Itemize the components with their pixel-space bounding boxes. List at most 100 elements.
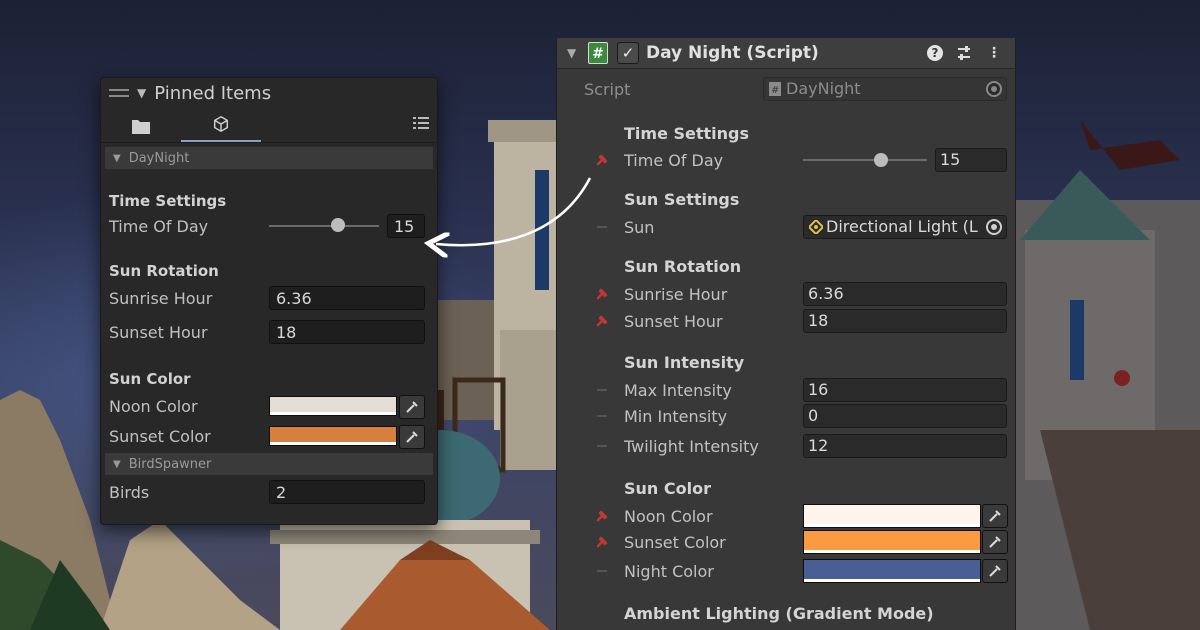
- daynight-section-body: Time Settings Time Of Day 15 Sun Rotatio…: [101, 189, 437, 451]
- pinned-items-title: Pinned Items: [154, 82, 272, 104]
- time-of-day-slider-knob[interactable]: [330, 218, 345, 232]
- min-intensity-row: Min Intensity 0: [557, 403, 1015, 429]
- chevron-down-icon: ▼: [113, 458, 121, 470]
- object-picker-icon[interactable]: [986, 219, 1002, 235]
- sunrise-row: Sunrise Hour 6.36: [109, 283, 429, 313]
- sunset-label: Sunset Hour: [109, 322, 208, 342]
- sunset-color-swatch[interactable]: [269, 426, 397, 446]
- sunset-field[interactable]: 18: [269, 320, 425, 344]
- eyedropper-icon[interactable]: [982, 530, 1008, 554]
- night-color-row: Night Color: [557, 558, 1015, 584]
- script-file-icon: #: [769, 82, 781, 96]
- night-color-label: Night Color: [624, 561, 714, 581]
- help-icon[interactable]: ?: [927, 45, 943, 61]
- noon-color-swatch[interactable]: [269, 396, 397, 416]
- context-menu-icon[interactable]: ⋮: [985, 44, 1003, 62]
- unpinned-marker[interactable]: [597, 445, 607, 447]
- time-of-day-label: Time Of Day: [109, 216, 209, 236]
- sunset-color-swatch[interactable]: [803, 530, 981, 554]
- time-of-day-field[interactable]: 15: [387, 214, 425, 238]
- collapse-caret-icon[interactable]: ▼: [137, 86, 146, 100]
- twilight-intensity-field[interactable]: 12: [803, 434, 1007, 458]
- sunrise-label: Sunrise Hour: [109, 288, 213, 308]
- section-header-daynight[interactable]: ▼ DayNight: [105, 147, 433, 169]
- min-intensity-field[interactable]: 0: [803, 404, 1007, 428]
- group-title-sun-intensity: Sun Intensity: [624, 353, 745, 372]
- foldout-caret-icon[interactable]: ▼: [567, 46, 576, 60]
- twilight-intensity-label: Twilight Intensity: [624, 436, 759, 456]
- sun-value: Directional Light (L: [826, 217, 978, 236]
- eyedropper-icon[interactable]: [982, 504, 1008, 528]
- object-picker-icon: [986, 81, 1002, 97]
- max-intensity-row: Max Intensity 16: [557, 377, 1015, 403]
- unpinned-marker[interactable]: [597, 226, 607, 228]
- list-menu-icon[interactable]: [413, 116, 429, 130]
- script-label: Script: [584, 79, 631, 99]
- sun-object-field[interactable]: Directional Light (L: [803, 215, 1007, 239]
- min-intensity-label: Min Intensity: [624, 406, 728, 426]
- section-header-birdspawner[interactable]: ▼ BirdSpawner: [105, 453, 433, 475]
- pin-icon[interactable]: [595, 314, 609, 328]
- time-of-day-row: Time Of Day 15: [557, 147, 1015, 173]
- pin-icon[interactable]: [595, 535, 609, 549]
- noon-color-swatch[interactable]: [803, 504, 981, 528]
- group-title-sun-color: Sun Color: [624, 479, 711, 498]
- time-of-day-field[interactable]: 15: [935, 148, 1007, 172]
- pin-icon[interactable]: [595, 287, 609, 301]
- sunrise-field[interactable]: 6.36: [269, 286, 425, 310]
- tab-folder[interactable]: [101, 110, 181, 142]
- noon-color-row: Noon Color: [109, 391, 429, 421]
- sun-row: Sun Directional Light (L: [557, 214, 1015, 240]
- birds-row: Birds 2: [109, 477, 429, 507]
- folder-icon: [132, 120, 150, 134]
- eyedropper-icon[interactable]: [982, 559, 1008, 583]
- time-of-day-slider[interactable]: [269, 225, 379, 227]
- birds-label: Birds: [109, 482, 150, 502]
- eyedropper-icon[interactable]: [399, 395, 425, 419]
- unpinned-marker[interactable]: [597, 415, 607, 417]
- chevron-down-icon: ▼: [113, 152, 121, 164]
- script-value: DayNight: [786, 79, 861, 98]
- max-intensity-field[interactable]: 16: [803, 378, 1007, 402]
- group-title-time-settings: Time Settings: [109, 192, 227, 210]
- pinned-items-panel: ▼ Pinned Items ▼ DayNight Time Settings …: [100, 77, 438, 525]
- component-title: Day Night (Script): [646, 43, 819, 63]
- unpinned-marker[interactable]: [597, 570, 607, 572]
- section-label: BirdSpawner: [128, 456, 212, 472]
- inspector-panel: ▼ # ✓ Day Night (Script) ? ⋮ Script # Da…: [556, 38, 1016, 630]
- script-field: # DayNight: [763, 77, 1007, 101]
- group-title-ambient-lighting: Ambient Lighting (Gradient Mode): [624, 604, 934, 623]
- group-title-sun-rotation: Sun Rotation: [624, 257, 742, 276]
- noon-color-label: Noon Color: [624, 506, 713, 526]
- group-title-time-settings: Time Settings: [624, 124, 750, 143]
- script-row: Script # DayNight: [557, 76, 1015, 102]
- eyedropper-icon[interactable]: [399, 425, 425, 449]
- pinned-items-tabs: [101, 108, 437, 143]
- birdspawner-section-body: Birds 2: [101, 477, 437, 507]
- script-icon: #: [588, 42, 608, 64]
- time-of-day-slider-knob[interactable]: [873, 153, 888, 167]
- tab-components[interactable]: [181, 108, 261, 142]
- twilight-intensity-row: Twilight Intensity 12: [557, 433, 1015, 459]
- drag-handle-icon[interactable]: [109, 89, 129, 97]
- component-header: ▼ # ✓ Day Night (Script) ? ⋮: [557, 38, 1015, 69]
- sunset-field[interactable]: 18: [803, 309, 1007, 333]
- time-of-day-row: Time Of Day 15: [109, 213, 429, 239]
- sun-label: Sun: [624, 217, 655, 237]
- unpinned-marker[interactable]: [597, 389, 607, 391]
- pin-icon[interactable]: [595, 509, 609, 523]
- night-color-swatch[interactable]: [803, 559, 981, 583]
- group-title-sun-rotation: Sun Rotation: [109, 262, 219, 280]
- group-title-sun-settings: Sun Settings: [624, 190, 740, 209]
- cube-icon: [213, 115, 229, 133]
- noon-color-label: Noon Color: [109, 396, 198, 416]
- time-of-day-slider[interactable]: [803, 159, 927, 161]
- birds-field[interactable]: 2: [269, 480, 425, 504]
- enabled-checkbox[interactable]: ✓: [617, 42, 639, 64]
- pin-icon[interactable]: [595, 153, 609, 167]
- sunrise-field[interactable]: 6.36: [803, 282, 1007, 306]
- sunrise-row: Sunrise Hour 6.36: [557, 281, 1015, 307]
- section-label: DayNight: [128, 150, 190, 166]
- time-of-day-label: Time Of Day: [624, 150, 724, 170]
- preset-settings-icon[interactable]: [955, 44, 973, 62]
